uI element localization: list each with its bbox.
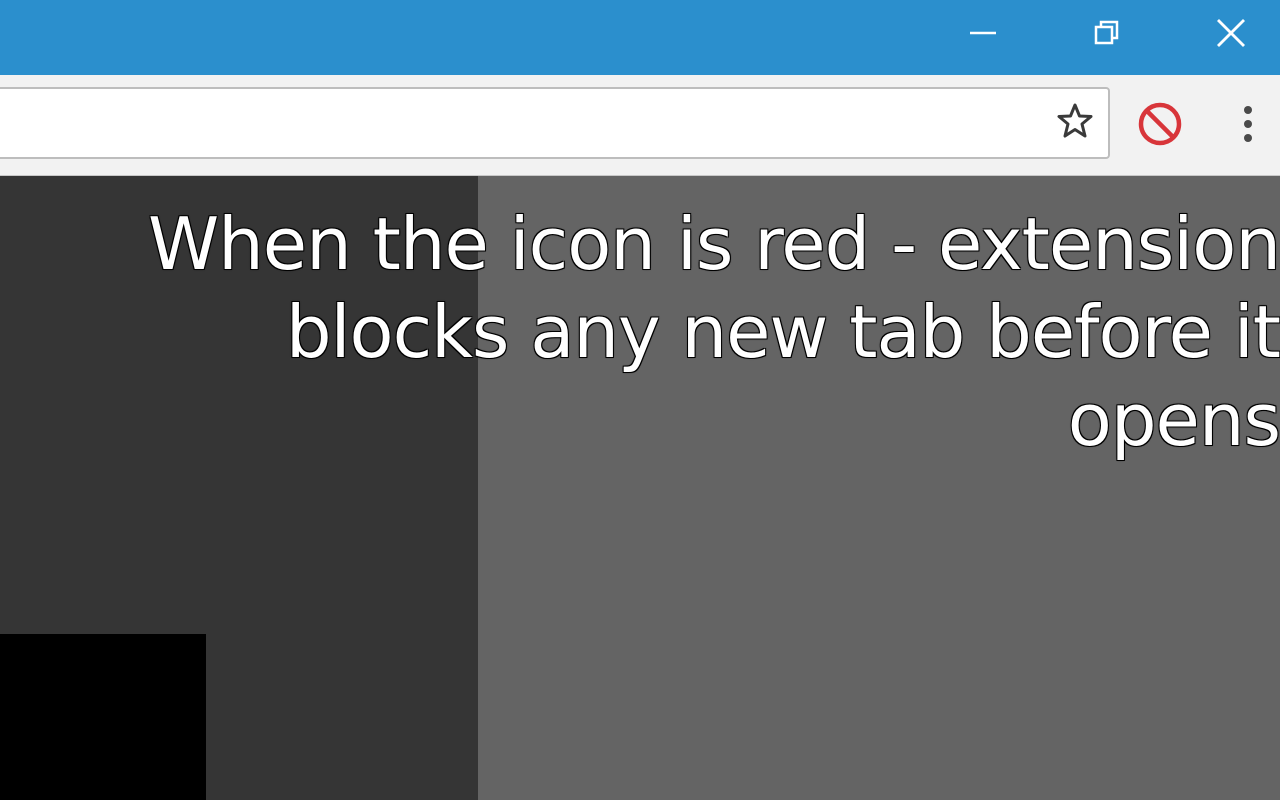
browser-menu-button[interactable] — [1228, 100, 1268, 152]
page-content: When the icon is red - extension blocks … — [0, 176, 1280, 800]
browser-window: When the icon is red - extension blocks … — [0, 0, 1280, 800]
star-icon — [1055, 101, 1095, 145]
bookmark-star-button[interactable] — [1052, 100, 1098, 146]
address-bar[interactable] — [0, 87, 1110, 159]
minimize-button[interactable] — [952, 0, 1014, 66]
block-icon — [1136, 100, 1184, 152]
title-bar — [0, 0, 1280, 75]
caption-line: When the icon is red - extension — [147, 202, 1280, 286]
caption-line: blocks any new tab before it — [285, 290, 1280, 374]
address-input[interactable] — [12, 99, 1036, 149]
close-button[interactable] — [1200, 0, 1262, 66]
black-box — [0, 634, 206, 800]
caption-line: opens — [1067, 378, 1280, 462]
kebab-menu-icon — [1242, 102, 1254, 150]
restore-icon — [1092, 18, 1122, 48]
close-icon — [1215, 17, 1247, 49]
extension-button[interactable] — [1134, 100, 1186, 152]
caption-text: When the icon is red - extension blocks … — [0, 200, 1280, 464]
minimize-icon — [968, 18, 998, 48]
restore-button[interactable] — [1076, 0, 1138, 66]
